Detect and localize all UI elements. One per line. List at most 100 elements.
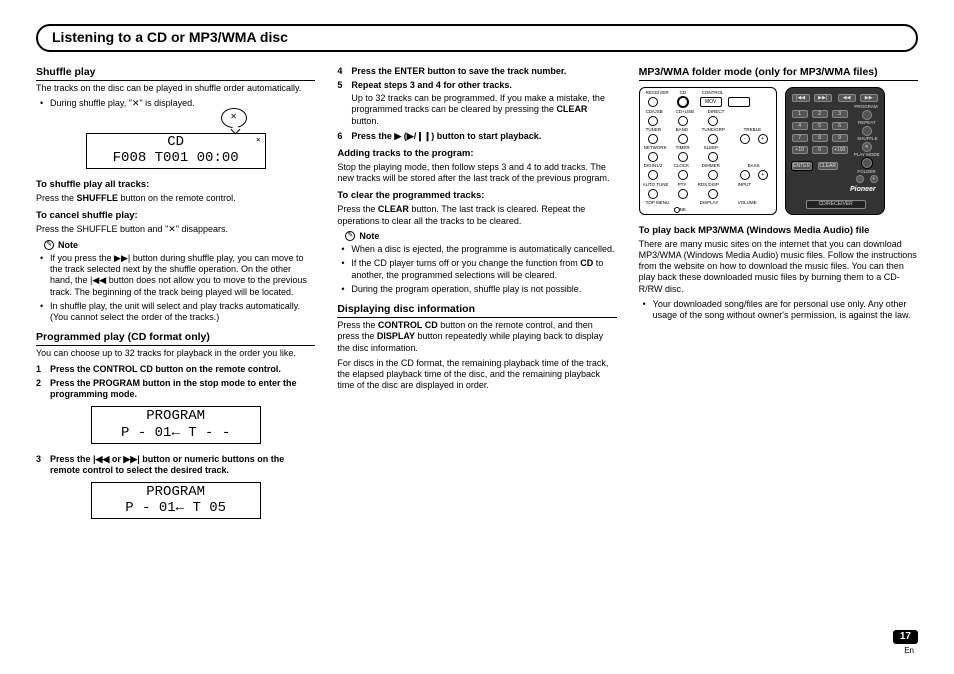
mp3-note-item: Your downloaded song/files are for perso… <box>653 299 918 322</box>
program-button <box>862 110 872 120</box>
rdsdisp-button <box>708 189 718 199</box>
column-2: 4Press the ENTER button to save the trac… <box>337 66 616 530</box>
cdplususb-button <box>678 116 688 126</box>
lcd-line1: PROGRAM <box>92 484 260 500</box>
num-plus10: +10 <box>792 146 808 154</box>
heading-clear-tracks: To clear the programmed tracks: <box>337 190 616 202</box>
note-item: During the program operation, shuffle pl… <box>351 284 616 295</box>
tuner-button <box>648 134 658 144</box>
prog-intro: You can choose up to 32 tracks for playb… <box>36 348 315 359</box>
page-number: 17 <box>893 630 918 645</box>
shuffle-li: During shuffle play, "✕" is displayed. <box>50 98 315 109</box>
num-4: 4 <box>792 122 808 130</box>
mp3-intro: There are many music sites on the intern… <box>639 239 918 295</box>
page-columns: Shuffle play The tracks on the disc can … <box>36 66 918 530</box>
note-item: If the CD player turns off or you change… <box>351 258 616 281</box>
lcd-line2: P - 01← T 05 <box>92 500 260 516</box>
next-icon: ▶▶| <box>123 454 139 464</box>
step-2: 2Press the PROGRAM button in the stop mo… <box>50 378 315 401</box>
lcd-line2: P - 01← T - - <box>92 425 260 441</box>
prog-steps-2: 3 Press the |◀◀ or ▶▶| button or numeric… <box>50 454 315 477</box>
note-item: If you press the ▶▶| button during shuff… <box>50 253 315 298</box>
column-1: Shuffle play The tracks on the disc can … <box>36 66 315 530</box>
num-1: 1 <box>792 110 808 118</box>
receiver-button <box>648 97 658 107</box>
shuffle-intro: The tracks on the disc can be played in … <box>36 83 315 94</box>
network-button <box>648 152 658 162</box>
note-marker: ✎ Note <box>345 231 616 242</box>
rewind-button: ◀◀ <box>838 94 856 102</box>
note-icon: ✎ <box>44 240 54 250</box>
lcd-program-2: PROGRAM P - 01← T 05 <box>91 482 261 519</box>
repeat-button <box>862 126 872 136</box>
step-5-detail: Up to 32 tracks can be programmed. If yo… <box>351 93 616 127</box>
direct-button <box>708 116 718 126</box>
num-2: 2 <box>812 110 828 118</box>
note-label: Note <box>359 231 379 242</box>
num-8: 8 <box>812 134 828 142</box>
num-plus100: +100 <box>832 146 848 154</box>
cdusb-button <box>648 116 658 126</box>
heading-shuffle-all: To shuffle play all tracks: <box>36 179 315 191</box>
sleep-button <box>708 152 718 162</box>
remote-control-cd: |◀◀ ▶▶| ◀◀ ▶▶ PROGRAM 1 2 3 REPEAT 4 5 6… <box>785 87 885 215</box>
lcd-line1: PROGRAM <box>92 408 260 424</box>
num-6: 6 <box>832 122 848 130</box>
mov-button: MOV <box>700 97 722 107</box>
heading-add-tracks: Adding tracks to the program: <box>337 148 616 160</box>
num-3: 3 <box>832 110 848 118</box>
text: " is displayed. <box>139 98 194 108</box>
cancel-shuffle-text: Press the SHUFFLE button and "✕" disappe… <box>36 224 315 235</box>
tune-up <box>674 207 680 213</box>
heading-shuffle: Shuffle play <box>36 66 315 81</box>
section-title-bar: Listening to a CD or MP3/WMA disc <box>36 24 918 52</box>
column-3: MP3/WMA folder mode (only for MP3/WMA fi… <box>639 66 918 530</box>
text: During shuffle play, " <box>50 98 132 108</box>
note-label: Note <box>58 240 78 251</box>
shuffle-icon: ✕ <box>168 224 176 234</box>
heading-cancel-shuffle: To cancel shuffle play: <box>36 210 315 222</box>
prev-icon: |◀◀ <box>93 454 109 464</box>
pioneer-logo: Pioneer <box>850 186 876 193</box>
heading-mp3-folder: MP3/WMA folder mode (only for MP3/WMA fi… <box>639 66 918 81</box>
lcd-line2: F008 T001 00:00 <box>91 150 261 166</box>
num-5: 5 <box>812 122 828 130</box>
step-6: 6 Press the ▶ (▶/❙❙) button to start pla… <box>351 131 616 142</box>
prog-steps-3: 4Press the ENTER button to save the trac… <box>351 66 616 143</box>
enter-button: ENTER <box>792 162 812 170</box>
clear-button: CLEAR <box>818 162 838 170</box>
shuffle-indicator-icon: ✕ <box>256 136 261 145</box>
bass-minus: - <box>740 170 750 180</box>
step-1: 1Press the CONTROL CD button on the remo… <box>50 364 315 375</box>
text: Press the SHUFFLE button and " <box>36 224 168 234</box>
heading-display-info: Displaying disc information <box>337 303 616 318</box>
lcd-line1: CD <box>91 134 261 150</box>
note-marker: ✎ Note <box>44 240 315 251</box>
treble-minus: - <box>740 134 750 144</box>
shuffle-button: ✕ <box>862 142 872 152</box>
forward-button: ▶▶ <box>860 94 878 102</box>
step-4: 4Press the ENTER button to save the trac… <box>351 66 616 77</box>
display-info-p2: For discs in the CD format, the remainin… <box>337 358 616 392</box>
folder-minus: - <box>856 175 864 183</box>
note-icon: ✎ <box>345 231 355 241</box>
heading-play-mp3: To play back MP3/WMA (Windows Media Audi… <box>639 225 918 237</box>
timer-button <box>678 152 688 162</box>
step-3: 3 Press the |◀◀ or ▶▶| button or numeric… <box>50 454 315 477</box>
add-tracks-text: Stop the playing mode, then follow steps… <box>337 162 616 185</box>
shuffle-list: During shuffle play, "✕" is displayed. <box>50 98 315 109</box>
heading-programmed: Programmed play (CD format only) <box>36 331 315 346</box>
clock-button <box>678 170 688 180</box>
section-title: Listening to a CD or MP3/WMA disc <box>52 29 288 45</box>
bass-plus: + <box>758 170 768 180</box>
remote-control-receiver: RECEIVER CD CONTROL MOV CD/USB CD+USB DI… <box>639 87 777 215</box>
pty-button <box>678 189 688 199</box>
num-7: 7 <box>792 134 808 142</box>
shuffle-all-text: Press the SHUFFLE button on the remote c… <box>36 193 315 204</box>
tunegrp-button <box>708 134 718 144</box>
digin-button <box>648 170 658 180</box>
note-item: When a disc is ejected, the programme is… <box>351 244 616 255</box>
ctrl-button <box>728 97 750 107</box>
next-track-button: ▶▶| <box>814 94 832 102</box>
remote-label: CD/RECEIVER <box>806 200 866 209</box>
